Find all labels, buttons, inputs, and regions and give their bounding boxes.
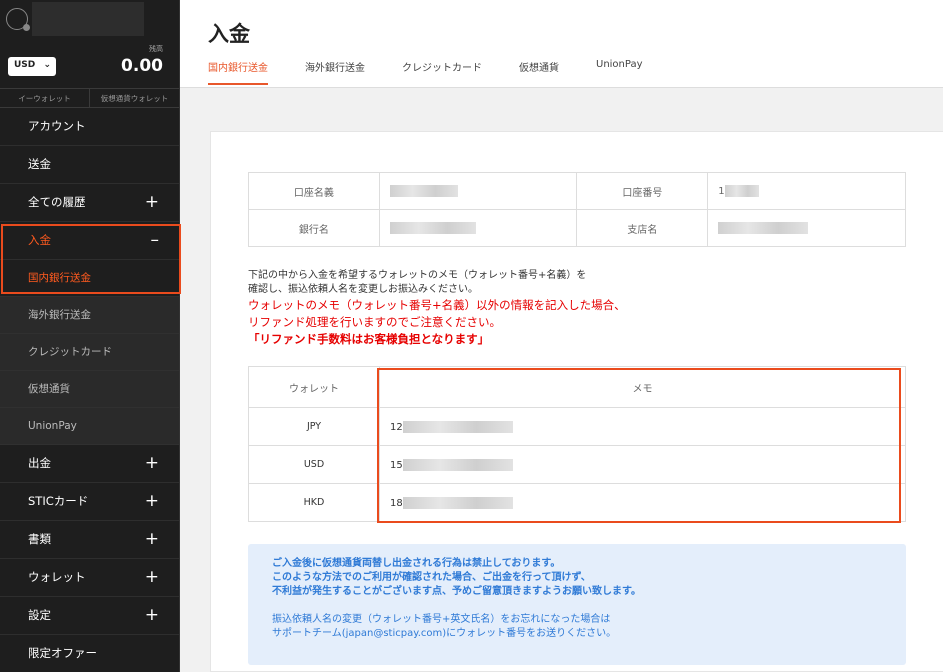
- info-alert: ご入金後に仮想通貨両替し出金される行為は禁止しております。 このような方法でのご…: [248, 544, 906, 665]
- sidebar-item-label: UnionPay: [28, 420, 77, 432]
- plus-icon: +: [144, 567, 159, 587]
- alert-line: このような方法でのご利用が確認された場合、ご出金を行って頂けず、: [272, 572, 591, 583]
- sidebar-item-settings[interactable]: 設定 +: [0, 597, 179, 635]
- deposit-card: 口座名義 口座番号 1 銀行名 支店名 下記の中から入金を希望するウォレットのメ…: [210, 131, 943, 672]
- plus-icon: +: [144, 192, 159, 212]
- account-number-label: 口座番号: [576, 172, 709, 210]
- sidebar-item-label: クレジットカード: [28, 346, 112, 358]
- sidebar-subitem-domestic-bank[interactable]: 国内銀行送金: [0, 260, 179, 297]
- sidebar-item-label: 国内銀行送金: [28, 272, 91, 284]
- page-header: 入金 国内銀行送金 海外銀行送金 クレジットカード 仮想通貨 UnionPay: [180, 0, 943, 88]
- sidebar-item-stic-card[interactable]: STICカード +: [0, 483, 179, 521]
- table-row: HKD 18: [248, 483, 906, 522]
- minus-icon: –: [150, 230, 160, 250]
- branch-name-value: [707, 209, 906, 247]
- wallet-tabs: イーウォレット 仮想通貨ウォレット: [0, 88, 179, 108]
- wallet-currency: USD: [248, 445, 380, 484]
- wallet-memo[interactable]: 18: [379, 483, 906, 522]
- account-summary: 残高 USD ⌄ 0.00: [0, 0, 179, 88]
- wallet-currency: HKD: [248, 483, 380, 522]
- sidebar-item-label: 送金: [28, 157, 51, 171]
- sidebar-subitem-crypto[interactable]: 仮想通貨: [0, 371, 179, 408]
- memo-prefix: 12: [390, 421, 403, 433]
- alert-line: 不利益が発生することがございます点、予めご留意頂きますようお願い致します。: [272, 586, 641, 597]
- wallet-memo[interactable]: 15: [379, 445, 906, 484]
- refund-fee-warning: 「リファンド手数料はお客様負担となります」: [248, 332, 490, 346]
- memo-column-header: メモ: [379, 366, 906, 408]
- instruction-line: 確認し、振込依頼人名を変更しお振込みください。: [248, 284, 478, 295]
- tab-crypto-wallet[interactable]: 仮想通貨ウォレット: [89, 89, 179, 107]
- sidebar-subitem-credit-card[interactable]: クレジットカード: [0, 334, 179, 371]
- account-name-label: 口座名義: [248, 172, 380, 210]
- plus-icon: +: [144, 529, 159, 549]
- wallet-memo[interactable]: 12: [379, 407, 906, 446]
- table-row: JPY 12: [248, 407, 906, 446]
- warning-line: ウォレットのメモ（ウォレット番号+名義）以外の情報を記入した場合、: [248, 298, 626, 312]
- plus-icon: +: [144, 605, 159, 625]
- account-name-redacted: [32, 2, 144, 36]
- currency-value: USD: [14, 60, 36, 70]
- tab-domestic-bank[interactable]: 国内銀行送金: [208, 59, 268, 85]
- table-row: USD 15: [248, 445, 906, 484]
- sidebar-item-label: 出金: [28, 456, 51, 470]
- alert-line: ご入金後に仮想通貨両替し出金される行為は禁止しております。: [272, 558, 561, 569]
- branch-name-label: 支店名: [576, 209, 709, 247]
- tab-credit-card[interactable]: クレジットカード: [402, 59, 482, 85]
- balance-value: 0.00: [121, 56, 163, 76]
- sidebar-item-deposit[interactable]: 入金 –: [0, 222, 179, 260]
- sidebar-subitem-overseas-bank[interactable]: 海外銀行送金: [0, 297, 179, 334]
- bank-name-label: 銀行名: [248, 209, 380, 247]
- sidebar-item-documents[interactable]: 書類 +: [0, 521, 179, 559]
- bank-info-table: 口座名義 口座番号 1 銀行名 支店名: [248, 172, 906, 247]
- sidebar-item-label: 限定オファー: [28, 646, 97, 660]
- tab-overseas-bank[interactable]: 海外銀行送金: [305, 59, 365, 85]
- sidebar-item-wallet[interactable]: ウォレット +: [0, 559, 179, 597]
- account-number-value: 1: [707, 172, 906, 210]
- wallet-column-header: ウォレット: [248, 366, 380, 408]
- sidebar-item-label: 設定: [28, 608, 51, 622]
- sidebar-item-transfer[interactable]: 送金: [0, 146, 179, 184]
- page-title: 入金: [208, 22, 250, 46]
- deposit-tabs: 国内銀行送金 海外銀行送金 クレジットカード 仮想通貨 UnionPay: [208, 59, 680, 85]
- sidebar: 残高 USD ⌄ 0.00 イーウォレット 仮想通貨ウォレット アカウント 送金…: [0, 0, 181, 672]
- sidebar-item-label: アカウント: [28, 119, 86, 133]
- sidebar-item-label: 海外銀行送金: [28, 309, 91, 321]
- sidebar-subitem-unionpay[interactable]: UnionPay: [0, 408, 179, 445]
- warning-line: リファンド処理を行いますのでご注意ください。: [248, 315, 501, 329]
- account-name-value: [378, 172, 578, 210]
- instruction-text: 下記の中から入金を希望するウォレットのメモ（ウォレット番号+名義）を 確認し、振…: [248, 269, 868, 348]
- tab-crypto[interactable]: 仮想通貨: [519, 59, 559, 85]
- alert-line: サポートチーム(japan@sticpay.com)にウォレット番号をお送りくだ…: [272, 628, 617, 639]
- wallet-currency: JPY: [248, 407, 380, 446]
- sidebar-item-withdraw[interactable]: 出金 +: [0, 445, 179, 483]
- sidebar-item-label: 全ての履歴: [28, 195, 86, 209]
- chevron-down-icon: ⌄: [43, 60, 51, 70]
- balance-label: 残高: [149, 45, 163, 53]
- sidebar-item-history[interactable]: 全ての履歴 +: [0, 184, 179, 222]
- plus-icon: +: [144, 453, 159, 473]
- plus-icon: +: [144, 491, 159, 511]
- sidebar-item-account[interactable]: アカウント: [0, 108, 179, 146]
- alert-line: 振込依頼人名の変更（ウォレット番号+英文氏名）をお忘れになった場合は: [272, 614, 611, 625]
- instruction-line: 下記の中から入金を希望するウォレットのメモ（ウォレット番号+名義）を: [248, 270, 587, 281]
- sidebar-item-label: 入金: [28, 233, 51, 247]
- currency-select[interactable]: USD ⌄: [8, 57, 56, 76]
- sidebar-item-label: ウォレット: [28, 570, 86, 584]
- sidebar-item-label: STICカード: [28, 494, 89, 508]
- bank-name-value: [378, 209, 578, 247]
- memo-prefix: 18: [390, 497, 403, 509]
- tab-unionpay[interactable]: UnionPay: [596, 59, 643, 85]
- sidebar-item-offers[interactable]: 限定オファー: [0, 635, 179, 672]
- memo-prefix: 15: [390, 459, 403, 471]
- sidebar-item-label: 書類: [28, 532, 51, 546]
- tab-e-wallet[interactable]: イーウォレット: [0, 89, 89, 107]
- wallet-memo-table: ウォレット メモ JPY 12 USD 15 HKD 18: [248, 366, 906, 522]
- avatar-icon[interactable]: [6, 8, 30, 31]
- sidebar-item-label: 仮想通貨: [28, 383, 70, 395]
